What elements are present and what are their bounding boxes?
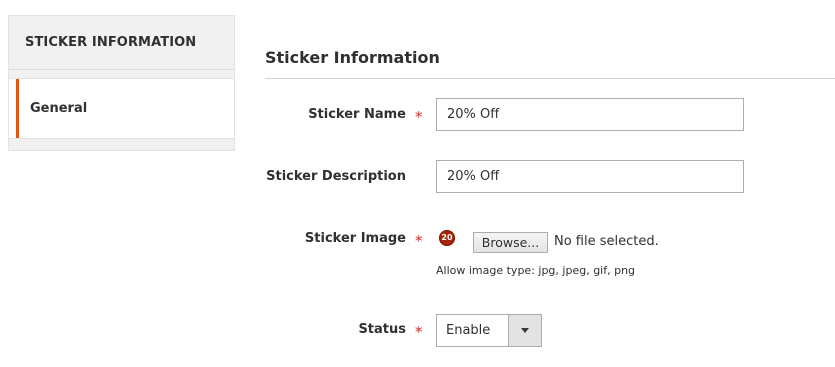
sticker-description-input[interactable] — [436, 160, 744, 193]
page: STICKER INFORMATION General Sticker Info… — [0, 0, 835, 367]
status-label: Status — [358, 322, 406, 337]
sticker-name-input[interactable] — [436, 98, 744, 131]
select-toggle[interactable] — [508, 315, 541, 346]
browse-button[interactable]: Browse... — [473, 232, 548, 253]
active-accent-bar — [16, 79, 19, 138]
chevron-down-icon — [521, 328, 529, 333]
sticker-image-label: Sticker Image — [304, 231, 406, 246]
section-title: Sticker Information — [265, 48, 440, 67]
sidebar-item-general[interactable]: General — [9, 78, 234, 139]
section-divider — [265, 78, 835, 79]
sidebar: STICKER INFORMATION General — [8, 15, 235, 151]
allowed-image-types-note: Allow image type: jpg, jpeg, gif, png — [436, 264, 636, 277]
file-status-text: No file selected. — [554, 234, 659, 249]
sticker-name-label: Sticker Name — [308, 107, 406, 122]
status-selected-value: Enable — [446, 323, 491, 338]
status-required-mark: * — [415, 323, 423, 341]
sticker-name-required-mark: * — [415, 108, 423, 126]
sidebar-item-label: General — [30, 101, 88, 116]
status-select[interactable]: Enable — [436, 314, 542, 347]
sidebar-title: STICKER INFORMATION — [9, 16, 234, 70]
help-badge-icon[interactable]: 20 — [439, 230, 455, 246]
sticker-image-required-mark: * — [415, 232, 423, 250]
sticker-description-label: Sticker Description — [266, 169, 406, 184]
